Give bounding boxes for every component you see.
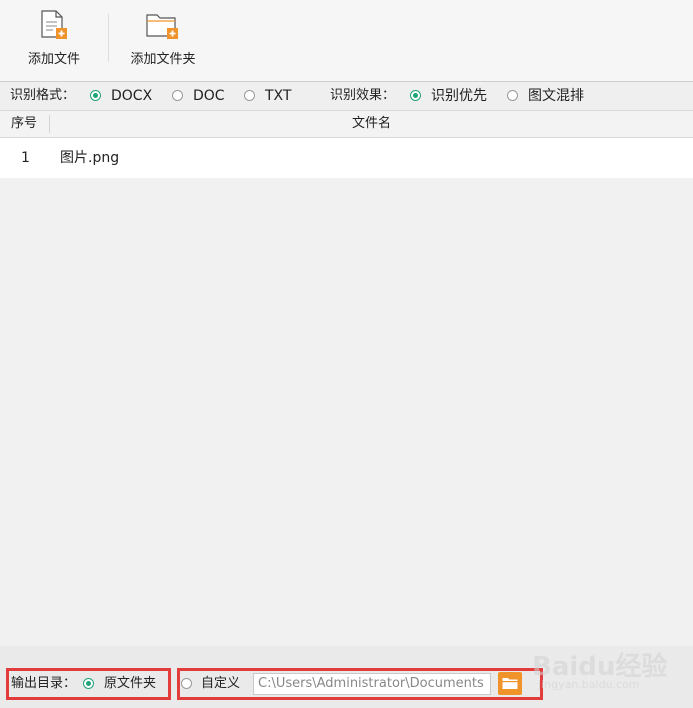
output-path-field[interactable]: C:\Users\Administrator\Documents <box>253 673 491 695</box>
baidu-watermark: Baidu经验 jingyan.baidu.com <box>532 640 682 700</box>
radio-selected-icon[interactable] <box>90 90 101 101</box>
effect-recognition-first-label: 识别优先 <box>431 88 487 104</box>
add-file-button[interactable]: 添加文件 <box>14 0 94 81</box>
row-index: 1 <box>21 150 30 166</box>
radio-icon[interactable] <box>181 678 192 689</box>
effect-mixed-layout-label: 图文混排 <box>528 88 584 104</box>
column-header-filename[interactable]: 文件名 <box>50 111 693 137</box>
format-option-docx[interactable]: DOCX <box>90 82 162 110</box>
column-header-index[interactable]: 序号 <box>11 111 37 137</box>
output-option-custom[interactable]: 自定义 <box>181 670 247 698</box>
format-txt-label: TXT <box>265 88 292 104</box>
effect-option-recognition-first[interactable]: 识别优先 <box>410 82 494 110</box>
folder-plus-icon <box>146 10 180 44</box>
radio-icon[interactable] <box>172 90 183 101</box>
custom-label: 自定义 <box>201 676 241 691</box>
table-row[interactable]: 1 图片.png <box>0 138 693 178</box>
watermark-url: jingyan.baidu.com <box>538 678 640 691</box>
add-folder-button[interactable]: 添加文件夹 <box>120 0 206 81</box>
effect-option-mixed-layout[interactable]: 图文混排 <box>507 82 591 110</box>
original-folder-label: 原文件夹 <box>104 676 157 691</box>
format-option-txt[interactable]: TXT <box>244 82 304 110</box>
effect-label: 识别效果： <box>330 88 396 103</box>
output-option-original-folder[interactable]: 原文件夹 <box>83 670 165 698</box>
recognition-options-bar: 识别格式： DOCX DOC TXT 识别效果： 识别优先 图文混排 <box>0 82 693 111</box>
toolbar-divider <box>108 14 109 62</box>
row-filename: 图片.png <box>60 150 120 166</box>
radio-icon[interactable] <box>244 90 255 101</box>
output-directory-label: 输出目录： <box>11 676 77 691</box>
add-file-label: 添加文件 <box>27 52 80 67</box>
radio-selected-icon[interactable] <box>83 678 94 689</box>
radio-selected-icon[interactable] <box>410 90 421 101</box>
file-table-header: 序号 文件名 <box>0 111 693 138</box>
format-option-doc[interactable]: DOC <box>172 82 236 110</box>
add-folder-label: 添加文件夹 <box>130 52 196 67</box>
format-label: 识别格式： <box>10 88 76 103</box>
toolbar: 添加文件 添加文件夹 <box>0 0 693 82</box>
browse-folder-button[interactable] <box>498 672 522 695</box>
radio-icon[interactable] <box>507 90 518 101</box>
format-docx-label: DOCX <box>111 88 153 104</box>
format-doc-label: DOC <box>193 88 225 104</box>
document-plus-icon <box>40 10 68 44</box>
folder-icon <box>502 678 518 689</box>
